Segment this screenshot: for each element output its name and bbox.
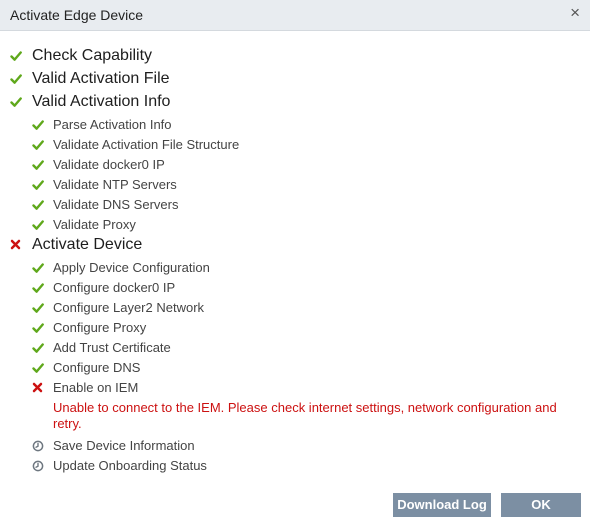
substep-item: Update Onboarding Status <box>0 456 590 476</box>
substep-item: Configure Proxy <box>0 318 590 338</box>
substep-item: Save Device Information <box>0 436 590 456</box>
check-icon <box>32 139 44 151</box>
check-icon <box>32 302 44 314</box>
check-icon <box>32 199 44 211</box>
check-icon <box>10 73 22 85</box>
step-label: Save Device Information <box>53 438 195 453</box>
check-icon <box>10 50 22 62</box>
step-label: Update Onboarding Status <box>53 458 207 473</box>
check-icon <box>32 159 44 171</box>
check-icon <box>32 362 44 374</box>
dialog-title: Activate Edge Device <box>10 7 144 23</box>
step-label: Valid Activation Info <box>32 93 171 110</box>
check-icon <box>32 262 44 274</box>
substep-item: Validate docker0 IP <box>0 155 590 175</box>
error-x-icon <box>10 239 21 250</box>
step-item: Check Capability <box>0 46 590 69</box>
substep-item: Configure DNS <box>0 358 590 378</box>
step-label: Validate Proxy <box>53 217 136 232</box>
substep-item: Validate Proxy <box>0 215 590 235</box>
check-icon <box>32 179 44 191</box>
clock-icon <box>32 460 44 472</box>
check-icon <box>10 96 22 108</box>
substep-item: Configure Layer2 Network <box>0 298 590 318</box>
step-label: Apply Device Configuration <box>53 260 210 275</box>
check-icon <box>32 322 44 334</box>
step-label: Check Capability <box>32 47 153 64</box>
substep-item: Apply Device Configuration <box>0 258 590 278</box>
step-label: Configure Proxy <box>53 320 147 335</box>
step-label: Valid Activation File <box>32 70 170 87</box>
step-label: Configure Layer2 Network <box>53 300 205 315</box>
step-label: Validate DNS Servers <box>53 197 179 212</box>
step-item: Valid Activation Info <box>0 92 590 115</box>
step-item: Valid Activation File <box>0 69 590 92</box>
dialog-titlebar: Activate Edge Device × <box>0 0 590 31</box>
substep-item: Enable on IEM <box>0 378 590 398</box>
substep-item: Validate DNS Servers <box>0 195 590 215</box>
check-icon <box>32 342 44 354</box>
step-label: Validate NTP Servers <box>53 177 177 192</box>
check-icon <box>32 282 44 294</box>
substep-item: Parse Activation Info <box>0 115 590 135</box>
step-label: Configure DNS <box>53 360 141 375</box>
step-label: Enable on IEM <box>53 380 139 395</box>
activation-steps-list: Check Capability Valid Activation File Val… <box>0 46 590 476</box>
check-icon <box>32 219 44 231</box>
step-label: Validate Activation File Structure <box>53 137 240 152</box>
check-icon <box>32 119 44 131</box>
ok-button[interactable]: OK <box>501 493 581 517</box>
step-item: Activate Device <box>0 235 590 258</box>
error-message: Unable to connect to the IEM. Please che… <box>53 400 557 431</box>
step-label: Activate Device <box>32 236 143 253</box>
step-label: Configure docker0 IP <box>53 280 176 295</box>
substep-item: Configure docker0 IP <box>0 278 590 298</box>
step-label: Validate docker0 IP <box>53 157 165 172</box>
close-icon[interactable]: × <box>570 3 580 23</box>
clock-icon <box>32 440 44 452</box>
step-label: Parse Activation Info <box>53 117 172 132</box>
step-label: Add Trust Certificate <box>53 340 171 355</box>
substep-item: Validate Activation File Structure <box>0 135 590 155</box>
download-log-button[interactable]: Download Log <box>393 493 491 517</box>
substep-item: Add Trust Certificate <box>0 338 590 358</box>
substep-item: Validate NTP Servers <box>0 175 590 195</box>
error-x-icon <box>32 382 43 393</box>
